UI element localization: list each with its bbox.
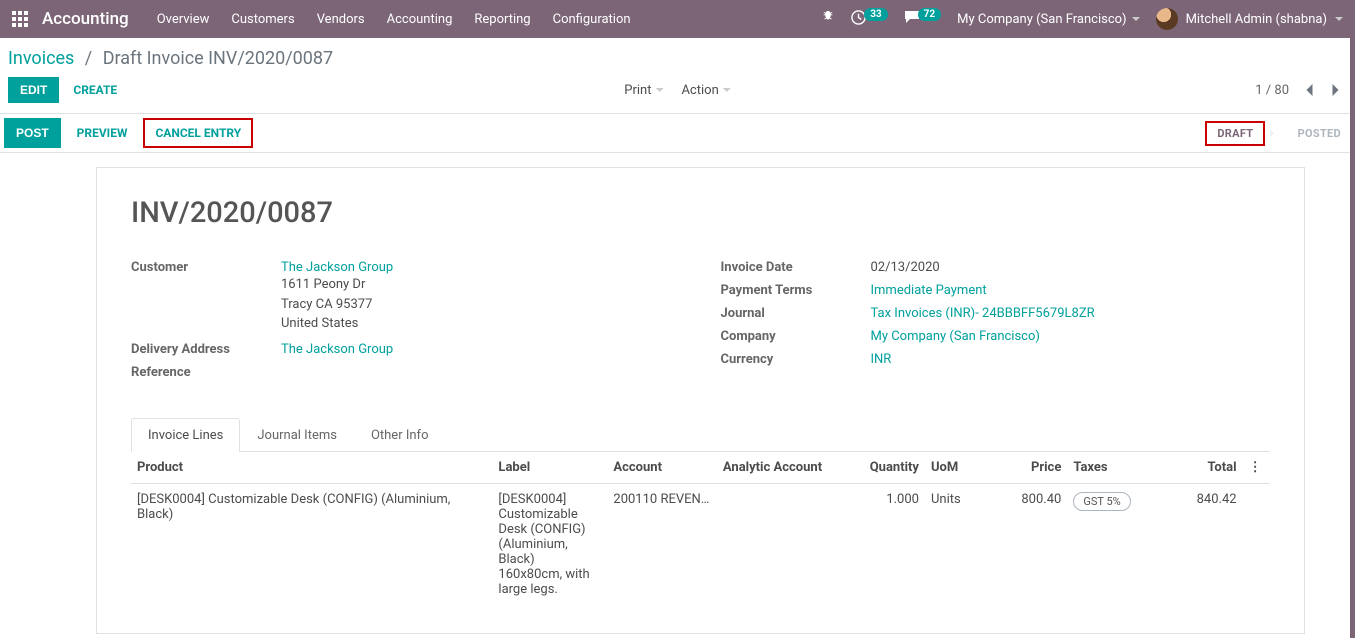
post-button[interactable]: POST [4,118,61,148]
message-count: 72 [918,8,941,21]
col-label: Label [492,452,607,484]
menu-accounting[interactable]: Accounting [387,12,453,27]
currency-label: Currency [721,352,871,367]
addr-line2: Tracy CA 95377 [281,295,393,315]
action-dropdown[interactable]: Action [681,83,730,98]
main-menu: Overview Customers Vendors Accounting Re… [157,12,631,27]
document-title: INV/2020/0087 [131,196,1270,230]
currency-link[interactable]: INR [871,352,892,367]
col-price: Price [991,452,1068,484]
avatar [1156,8,1178,30]
menu-overview[interactable]: Overview [157,12,210,27]
reference-label: Reference [131,365,281,380]
company-label: Company [721,329,871,344]
cell-label: [DESK0004] Customizable Desk (CONFIG) (A… [492,483,607,605]
activity-indicator[interactable]: 33 [851,10,887,29]
form-sheet: INV/2020/0087 Customer The Jackson Group… [96,167,1305,634]
company-name: My Company (San Francisco) [957,12,1126,27]
menu-configuration[interactable]: Configuration [553,12,631,27]
breadcrumb: Invoices / Draft Invoice INV/2020/0087 [8,48,1347,69]
pager-text: 1 / 80 [1255,83,1289,98]
delivery-address-link[interactable]: The Jackson Group [281,342,393,357]
cell-uom: Units [925,483,991,605]
caret-down-icon [723,88,731,92]
company-selector[interactable]: My Company (San Francisco) [957,12,1139,27]
addr-line1: 1611 Peony Dr [281,275,393,295]
cell-product: [DESK0004] Customizable Desk (CONFIG) (A… [131,483,492,605]
caret-down-icon [655,88,663,92]
tax-pill: GST 5% [1073,492,1130,511]
addr-line3: United States [281,314,393,334]
customer-link[interactable]: The Jackson Group [281,260,393,275]
breadcrumb-separator: / [79,48,98,69]
status-posted: POSTED [1288,123,1351,144]
menu-customers[interactable]: Customers [231,12,294,27]
col-product: Product [131,452,492,484]
menu-vendors[interactable]: Vendors [317,12,365,27]
invoice-date-value: 02/13/2020 [871,260,940,275]
pager-prev[interactable] [1297,78,1321,102]
col-taxes: Taxes [1067,452,1155,484]
username-label: Mitchell Admin (shabna) [1186,12,1327,27]
cell-price: 800.40 [991,483,1068,605]
status-separator: › [1269,125,1273,141]
activity-count: 33 [864,8,887,21]
col-quantity: Quantity [848,452,925,484]
main-nav: Accounting Overview Customers Vendors Ac… [0,0,1355,38]
cell-taxes: GST 5% [1067,483,1155,605]
tab-other-info[interactable]: Other Info [354,418,446,452]
caret-down-icon [1335,17,1343,21]
cell-total: 840.42 [1155,483,1243,605]
chatter-strip[interactable] [1350,38,1355,638]
delivery-address-label: Delivery Address [131,342,281,357]
customer-label: Customer [131,260,281,334]
cell-quantity: 1.000 [848,483,925,605]
preview-button[interactable]: PREVIEW [65,118,140,148]
cell-account: 200110 REVEN… [607,483,717,605]
col-uom: UoM [925,452,991,484]
invoice-date-label: Invoice Date [721,260,871,275]
edit-button[interactable]: EDIT [8,77,59,103]
tabs: Invoice Lines Journal Items Other Info [131,418,1270,452]
col-total: Total [1155,452,1243,484]
journal-link[interactable]: Tax Invoices (INR)- 24BBBFF5679L8ZR [871,306,1095,321]
invoice-lines-table: Product Label Account Analytic Account Q… [131,452,1270,605]
breadcrumb-current: Draft Invoice INV/2020/0087 [103,48,333,69]
bug-icon[interactable] [821,10,835,28]
col-account: Account [607,452,717,484]
message-indicator[interactable]: 72 [904,10,941,28]
pager-next[interactable] [1323,78,1347,102]
company-link[interactable]: My Company (San Francisco) [871,329,1040,344]
menu-reporting[interactable]: Reporting [474,12,530,27]
table-row[interactable]: [DESK0004] Customizable Desk (CONFIG) (A… [131,483,1270,605]
user-menu[interactable]: Mitchell Admin (shabna) [1156,8,1343,30]
caret-down-icon [1132,17,1140,21]
cell-analytic [717,483,848,605]
app-name[interactable]: Accounting [42,9,129,29]
col-analytic: Analytic Account [717,452,848,484]
journal-label: Journal [721,306,871,321]
status-draft[interactable]: DRAFT [1205,121,1265,146]
cancel-entry-button[interactable]: CANCEL ENTRY [143,118,253,148]
breadcrumb-root[interactable]: Invoices [8,48,74,69]
create-button[interactable]: CREATE [73,83,117,97]
tab-invoice-lines[interactable]: Invoice Lines [131,418,240,452]
tab-journal-items[interactable]: Journal Items [240,418,354,452]
col-options[interactable]: ⋮ [1243,452,1270,484]
payment-terms-label: Payment Terms [721,283,871,298]
print-dropdown[interactable]: Print [624,83,663,98]
apps-icon[interactable] [12,11,28,27]
payment-terms-link[interactable]: Immediate Payment [871,283,987,298]
